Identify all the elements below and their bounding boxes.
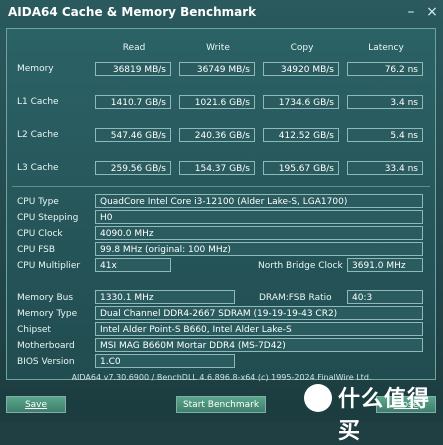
separator (12, 186, 430, 187)
memory-read: 36819 MB/s (95, 62, 171, 76)
cpu-type-value: QuadCore Intel Core i3-12100 (Alder Lake… (95, 194, 423, 208)
dram-fsb-ratio-label: DRAM:FSB Ratio (259, 293, 332, 303)
l1-copy: 1734.6 GB/s (263, 95, 339, 109)
bios-version-value: 1.C0 (95, 354, 235, 368)
close-icon[interactable]: × (423, 3, 441, 21)
memory-latency: 76.2 ns (347, 62, 423, 76)
cpu-clock-value: 4090.0 MHz (95, 226, 423, 240)
memory-type-value: Dual Channel DDR4-2667 SDRAM (19-19-19-4… (95, 306, 423, 320)
minimize-icon[interactable]: – (402, 3, 420, 21)
save-button-label: Save (24, 400, 48, 410)
north-bridge-value: 3691.0 MHz (347, 258, 423, 272)
l2-read: 547.46 GB/s (95, 128, 171, 142)
l3-write: 154.37 GB/s (179, 161, 255, 175)
window-title: AIDA64 Cache & Memory Benchmark (8, 5, 257, 19)
memory-bus-label: Memory Bus (17, 293, 74, 303)
start-benchmark-label: Start Benchmark (182, 400, 260, 410)
watermark-text: 什么值得买 (338, 387, 431, 444)
row-label-l1: L1 Cache (17, 97, 59, 107)
memory-bus-value: 1330.1 MHz (95, 290, 235, 304)
motherboard-value: MSI MAG B660M Mortar DDR4 (MS-7D42) (95, 338, 423, 352)
cpu-stepping-label: CPU Stepping (17, 213, 79, 223)
cpu-multiplier-value: 41x (95, 258, 171, 272)
benchmark-window: AIDA64 Cache & Memory Benchmark – × Read… (0, 0, 443, 444)
memory-type-label: Memory Type (17, 309, 78, 319)
l1-read: 1410.7 GB/s (95, 95, 171, 109)
l2-copy: 412.52 GB/s (263, 128, 339, 142)
col-write: Write (206, 43, 230, 53)
l3-read: 259.56 GB/s (95, 161, 171, 175)
cpu-fsb-label: CPU FSB (17, 245, 56, 255)
north-bridge-label: North Bridge Clock (258, 261, 343, 271)
l2-latency: 5.4 ns (347, 128, 423, 142)
dram-fsb-ratio-value: 40:3 (347, 290, 423, 304)
chipset-value: Intel Alder Point-S B660, Intel Alder La… (95, 322, 423, 336)
row-label-memory: Memory (17, 64, 54, 74)
l3-copy: 195.67 GB/s (263, 161, 339, 175)
l1-write: 1021.6 GB/s (179, 95, 255, 109)
title-bar: AIDA64 Cache & Memory Benchmark – × (0, 0, 443, 28)
row-label-l2: L2 Cache (17, 130, 59, 140)
watermark-logo-icon (304, 384, 332, 412)
save-button[interactable]: Save (6, 396, 66, 413)
memory-write: 36749 MB/s (179, 62, 255, 76)
memory-copy: 34920 MB/s (263, 62, 339, 76)
row-label-l3: L3 Cache (17, 163, 59, 173)
chipset-label: Chipset (17, 325, 51, 335)
cpu-multiplier-label: CPU Multiplier (17, 261, 81, 271)
l3-latency: 33.4 ns (347, 161, 423, 175)
motherboard-label: Motherboard (17, 341, 75, 351)
cpu-stepping-value: H0 (95, 210, 423, 224)
start-benchmark-button[interactable]: Start Benchmark (176, 396, 266, 413)
l2-write: 240.36 GB/s (179, 128, 255, 142)
col-read: Read (122, 43, 146, 53)
cpu-fsb-value: 99.8 MHz (original: 100 MHz) (95, 242, 423, 256)
cpu-type-label: CPU Type (17, 197, 59, 207)
cpu-clock-label: CPU Clock (17, 229, 63, 239)
l1-latency: 3.4 ns (347, 95, 423, 109)
col-copy: Copy (290, 43, 314, 53)
bios-version-label: BIOS Version (17, 357, 75, 367)
col-latency: Latency (368, 43, 404, 53)
